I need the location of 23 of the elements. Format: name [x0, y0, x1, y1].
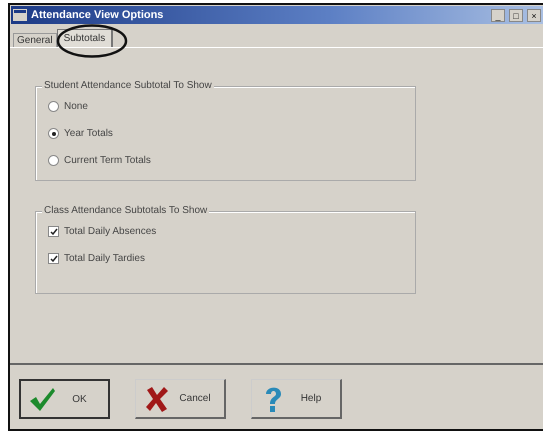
radio-button[interactable]: [48, 155, 59, 166]
window-title: Attendance View Options: [31, 9, 164, 21]
window-control-button[interactable]: _: [491, 8, 505, 22]
dialog-button[interactable]: Help: [251, 379, 342, 419]
checkbox-label: Total Daily Tardies: [64, 253, 145, 264]
dialog-button[interactable]: Cancel: [135, 379, 226, 419]
checkbox[interactable]: [48, 253, 59, 264]
group-title: Class Attendance Subtotals To Show: [42, 205, 210, 216]
dialog-button[interactable]: OK: [19, 379, 110, 419]
window-control-button[interactable]: □: [509, 8, 523, 22]
checkbox[interactable]: [48, 226, 59, 237]
tab[interactable]: Subtotals: [56, 29, 114, 47]
radio-label: Current Term Totals: [64, 155, 151, 166]
ellipse-annotation: [56, 24, 128, 58]
radio-label: Year Totals: [64, 128, 113, 139]
group-title: Student Attendance Subtotal To Show: [42, 80, 214, 91]
radio-button[interactable]: [48, 128, 59, 139]
radio-button[interactable]: [48, 101, 59, 112]
radio-label: None: [64, 101, 88, 112]
checkbox-label: Total Daily Absences: [64, 226, 156, 237]
window-control-button[interactable]: ×: [527, 8, 541, 22]
window-icon: [13, 9, 27, 21]
tab[interactable]: General: [13, 33, 57, 47]
